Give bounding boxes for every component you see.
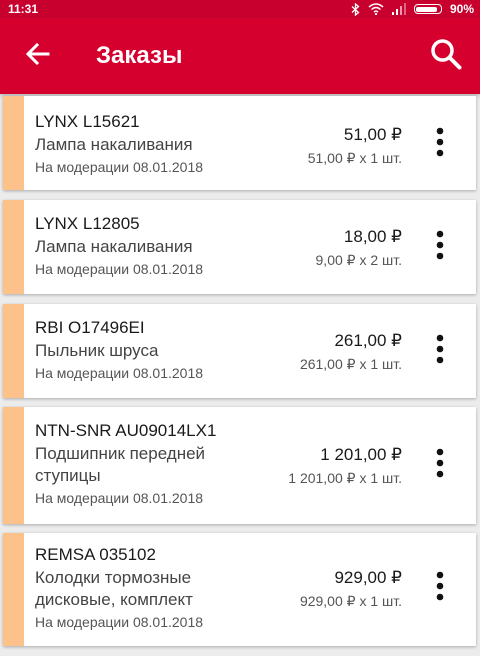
order-info: NTN-SNR AU09014LX1 Подшипник передней ст… [35,419,265,508]
order-price: 1 201,00 ₽ [320,445,402,464]
wifi-icon [368,3,384,15]
order-description: Подшипник передней ступицы [35,444,206,485]
more-options-button[interactable] [422,445,458,485]
order-card[interactable]: LYNX L15621 Лампа накаливания На модерац… [3,96,476,190]
battery-level [416,6,437,12]
order-unit-line: 929,00 ₽ x 1 шт. [299,593,402,609]
order-title: NTN-SNR AU09014LX1 [35,421,217,440]
more-vertical-icon [436,448,444,483]
status-bar: 11:31 90% [0,0,480,18]
status-stripe [3,533,24,646]
order-info: RBI O17496EI Пыльник шруса На модерации … [35,316,265,383]
order-unit-line: 9,00 ₽ x 2 шт. [315,252,402,268]
order-card[interactable]: LYNX L12805 Лампа накаливания На модерац… [3,200,476,294]
order-card[interactable]: REMSA 035102 Колодки тормозные дисковые,… [3,533,476,646]
more-vertical-icon [436,127,444,162]
order-description: Колодки тормозные дисковые, комплект [35,568,193,609]
order-info: LYNX L15621 Лампа накаливания На модерац… [35,110,265,177]
status-stripe [3,200,24,294]
back-button[interactable] [14,32,62,80]
order-title: REMSA 035102 [35,545,156,564]
arrow-left-icon [25,42,50,70]
battery-icon [413,4,442,14]
order-status: На модерации 08.01.2018 [35,490,204,506]
more-vertical-icon [436,571,444,606]
more-options-button[interactable] [422,124,458,164]
status-stripe [3,407,24,524]
search-button[interactable] [422,32,470,80]
more-vertical-icon [436,334,444,369]
order-unit-line: 51,00 ₽ x 1 шт. [307,150,402,166]
order-unit-line: 261,00 ₽ x 1 шт. [299,356,402,372]
status-stripe [3,96,24,190]
order-card[interactable]: RBI O17496EI Пыльник шруса На модерации … [3,304,476,398]
order-price: 261,00 ₽ [334,331,402,350]
more-options-button[interactable] [422,227,458,267]
battery-percent: 90% [449,2,474,16]
order-status: На модерации 08.01.2018 [35,261,204,277]
more-vertical-icon [436,230,444,265]
order-unit-line: 1 201,00 ₽ x 1 шт. [288,470,402,486]
order-status: На модерации 08.01.2018 [35,614,204,630]
order-card[interactable]: NTN-SNR AU09014LX1 Подшипник передней ст… [3,407,476,524]
status-icons: 90% [351,1,474,17]
order-description: Лампа накаливания [35,135,193,154]
status-time: 11:31 [8,2,39,16]
order-description: Лампа накаливания [35,237,193,256]
status-stripe [3,304,24,398]
order-title: RBI O17496EI [35,318,145,337]
page-title: Заказы [96,42,183,69]
order-title: LYNX L15621 [35,112,140,131]
order-info: REMSA 035102 Колодки тормозные дисковые,… [35,543,265,632]
search-icon [430,38,462,75]
more-options-button[interactable] [422,331,458,371]
order-price: 18,00 ₽ [343,227,402,246]
signal-icon [391,3,406,15]
order-description: Пыльник шруса [35,341,159,360]
order-title: LYNX L12805 [35,214,140,233]
order-status: На модерации 08.01.2018 [35,365,204,381]
order-price: 51,00 ₽ [343,125,402,144]
order-status: На модерации 08.01.2018 [35,159,204,175]
order-info: LYNX L12805 Лампа накаливания На модерац… [35,212,265,279]
more-options-button[interactable] [422,568,458,608]
bluetooth-icon [351,2,360,16]
order-price: 929,00 ₽ [334,568,402,587]
app-bar: Заказы [0,18,480,94]
